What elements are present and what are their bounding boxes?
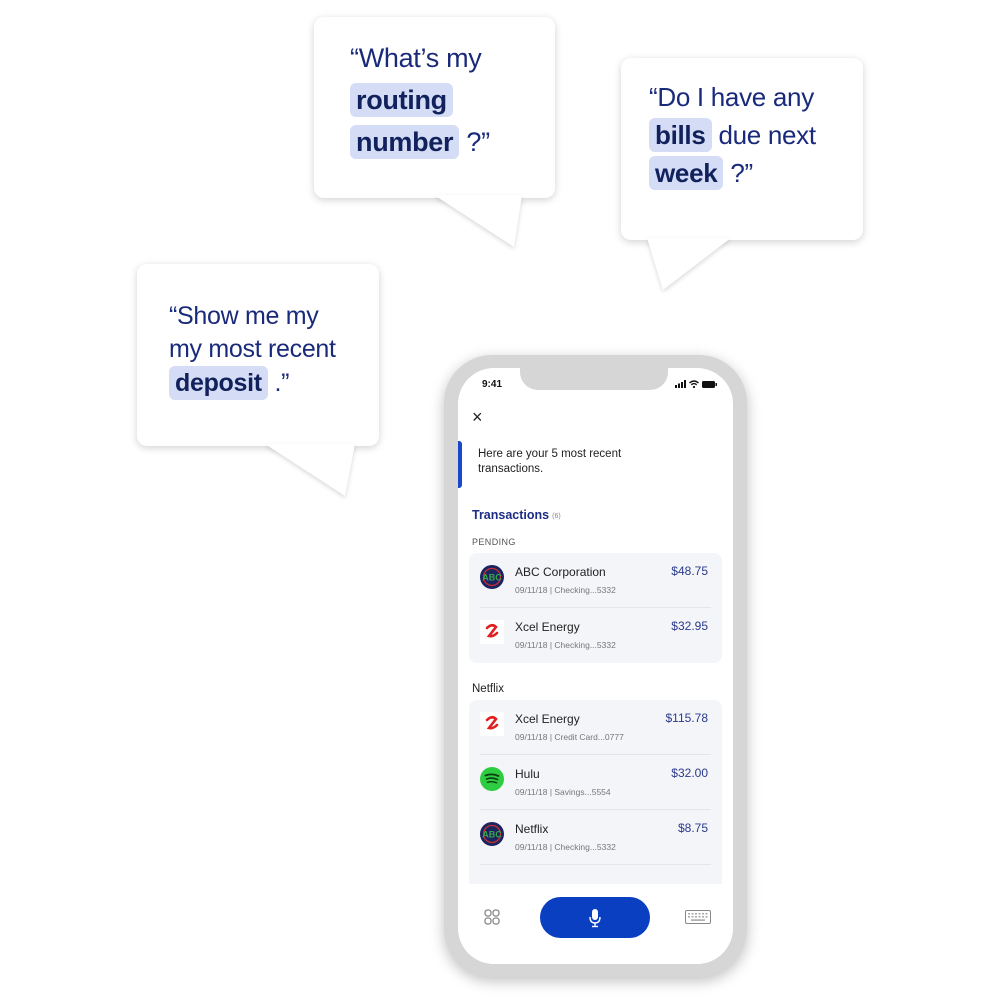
svg-text:ABC: ABC	[482, 830, 502, 840]
bubble-text: “Do I have any bills due next week ?”	[649, 78, 859, 192]
xcel-energy-logo-icon	[480, 620, 504, 644]
transaction-row[interactable]: Xcel Energy 09/11/18 | Checking...5332 $…	[480, 608, 711, 663]
svg-text:ABC: ABC	[482, 573, 502, 583]
bubble-suffix: ?”	[466, 127, 490, 157]
transactions-count: (6)	[552, 513, 561, 520]
speech-bubble-recent-deposit: “Show me my my most recent deposit .”	[137, 264, 379, 496]
transaction-amount: $32.95	[671, 619, 708, 633]
xcel-energy-logo-icon	[480, 712, 504, 736]
speech-bubble-routing-number: “What’s my routing number ?”	[314, 17, 555, 247]
close-button[interactable]: ×	[472, 408, 483, 426]
group-label-netflix: Netflix	[472, 683, 504, 695]
phone-screen: 9:41 × Here are your 5 most recent trans…	[458, 368, 733, 964]
transaction-name: Xcel Energy	[515, 712, 580, 726]
bubble-suffix: .”	[274, 369, 290, 397]
assistant-message-accent	[458, 441, 462, 488]
status-icons	[675, 380, 717, 388]
transaction-meta: 09/11/18 | Savings...5554	[515, 787, 611, 797]
keyboard-icon[interactable]	[685, 910, 711, 924]
transaction-meta: 09/11/18 | Credit Card...0777	[515, 732, 624, 742]
transaction-row[interactable]: Xcel Energy 09/11/18 | Credit Card...077…	[480, 700, 711, 755]
transaction-card-pending: ABC ABC Corporation 09/11/18 | Checking.…	[469, 553, 722, 663]
transactions-title: Transactions (6)	[472, 508, 561, 522]
transaction-meta: 09/11/18 | Checking...5332	[515, 585, 616, 595]
transaction-name: Netflix	[515, 822, 549, 836]
phone-frame: 9:41 × Here are your 5 most recent trans…	[444, 355, 747, 977]
status-time: 9:41	[482, 379, 503, 390]
speech-bubble-tail	[434, 195, 522, 247]
highlight-keyword: number	[350, 125, 460, 159]
microphone-button[interactable]	[540, 897, 650, 938]
abc-corporation-logo-icon: ABC	[480, 822, 504, 846]
signal-icon	[675, 380, 686, 388]
highlight-keyword: routing	[350, 83, 453, 117]
transactions-title-text: Transactions	[472, 508, 550, 522]
grid-icon[interactable]	[484, 909, 500, 925]
bubble-suffix: ?”	[730, 158, 753, 188]
transaction-amount: $48.75	[671, 564, 708, 578]
transaction-name: Hulu	[515, 767, 540, 781]
speech-bubble-bills-due: “Do I have any bills due next week ?”	[621, 58, 863, 290]
speech-bubble-tail	[647, 238, 731, 290]
transaction-meta: 09/11/18 | Checking...5332	[515, 842, 616, 852]
transaction-name: ABC Corporation	[515, 565, 606, 579]
highlight-keyword: bills	[649, 118, 712, 152]
bubble-line: “Do I have any	[649, 82, 814, 112]
highlight-keyword: week	[649, 156, 724, 190]
assistant-message: Here are your 5 most recent transactions…	[478, 448, 622, 475]
transaction-amount: $115.78	[665, 711, 709, 725]
spotify-logo-icon	[480, 767, 504, 791]
bubble-line: “Show me my	[169, 302, 319, 330]
bubble-text: “Show me my my most recent deposit .”	[169, 300, 379, 400]
phone-notch	[520, 368, 668, 390]
microphone-icon	[589, 908, 601, 927]
transaction-row[interactable]: ABC Netflix 09/11/18 | Checking...5332 $…	[480, 810, 711, 865]
transaction-row[interactable]: Hulu 09/11/18 | Savings...5554 $32.00	[480, 755, 711, 810]
wifi-icon	[689, 380, 699, 388]
transaction-amount: $32.00	[671, 766, 708, 780]
transaction-meta: 09/11/18 | Checking...5332	[515, 640, 616, 650]
bottom-action-bar	[458, 884, 733, 964]
bubble-text: “What’s my routing number ?”	[350, 37, 550, 163]
bubble-line: “What’s my	[350, 43, 482, 73]
bubble-line: due next	[718, 120, 816, 150]
group-label-pending: PENDING	[472, 537, 516, 547]
transaction-row[interactable]: ABC ABC Corporation 09/11/18 | Checking.…	[480, 553, 711, 608]
transaction-amount: $8.75	[677, 821, 708, 835]
abc-corporation-logo-icon: ABC	[480, 565, 504, 589]
transaction-name: Xcel Energy	[515, 620, 580, 634]
bubble-line: my most recent	[169, 335, 336, 363]
battery-icon	[702, 380, 717, 388]
speech-bubble-tail	[265, 444, 355, 496]
transaction-card-netflix: Xcel Energy 09/11/18 | Credit Card...077…	[469, 700, 722, 884]
highlight-keyword: deposit	[169, 366, 268, 400]
